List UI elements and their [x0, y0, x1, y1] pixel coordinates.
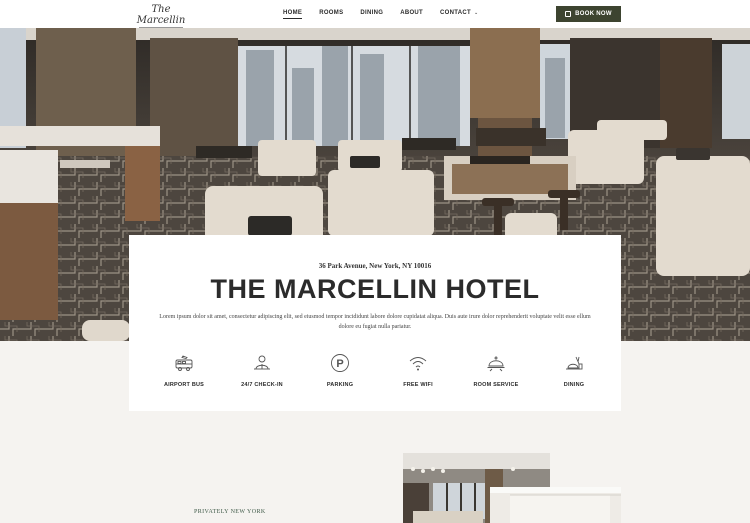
parking-icon: P [330, 353, 350, 373]
nav-home[interactable]: HOME [283, 10, 303, 19]
nav-contact[interactable]: CONTACT [440, 10, 471, 16]
nav-dining[interactable]: DINING [360, 10, 383, 16]
logo-script-text: The Marcellin [136, 4, 186, 26]
book-now-button[interactable]: BOOK NOW [556, 6, 621, 22]
nav-rooms[interactable]: ROOMS [319, 10, 343, 16]
amenity-label: FREE WIFI [403, 382, 433, 388]
hotel-title: THE MARCELLIN HOTEL [210, 274, 540, 304]
svg-text:P: P [336, 358, 343, 370]
amenity-check-in: 24/7 CHECK-IN [227, 353, 297, 388]
dining-icon [564, 353, 584, 373]
hotel-address: 36 Park Avenue, New York, NY 10016 [318, 262, 432, 270]
amenity-room-service: ROOM SERVICE [461, 353, 531, 388]
chevron-down-icon[interactable]: ⌄ [474, 10, 478, 16]
amenity-label: 24/7 CHECK-IN [241, 382, 283, 388]
hotel-info-card: 36 Park Avenue, New York, NY 10016 THE M… [129, 235, 621, 411]
book-now-label: BOOK NOW [575, 11, 612, 17]
site-header: The Marcellin NEW YORK HOME ROOMS DINING… [0, 0, 750, 33]
amenity-parking: P PARKING [305, 353, 375, 388]
amenity-wifi: FREE WIFI [383, 353, 453, 388]
amenity-dining: DINING [539, 353, 609, 388]
amenity-label: ROOM SERVICE [473, 382, 519, 388]
amenity-label: PARKING [326, 382, 354, 388]
main-nav: HOME ROOMS DINING ABOUT CONTACT ⌄ [283, 10, 478, 19]
bus-icon [174, 353, 194, 373]
amenity-airport-bus: AIRPORT BUS [149, 353, 219, 388]
receptionist-icon [252, 353, 272, 373]
section-eyebrow: PRIVATELY NEW YORK [194, 509, 266, 515]
amenities-list: AIRPORT BUS 24/7 CHECK-IN P PARKING FREE… [149, 353, 609, 388]
cloche-icon [486, 353, 506, 373]
amenity-label: DINING [563, 382, 585, 388]
guest-room-photo [490, 487, 621, 523]
hotel-description: Lorem ipsum dolor sit amet, consectetur … [159, 314, 591, 330]
wifi-icon [408, 353, 428, 373]
nav-contact-wrap[interactable]: CONTACT ⌄ [440, 10, 478, 16]
amenity-label: AIRPORT BUS [163, 382, 205, 388]
nav-about[interactable]: ABOUT [400, 10, 423, 16]
calendar-icon [565, 11, 572, 17]
